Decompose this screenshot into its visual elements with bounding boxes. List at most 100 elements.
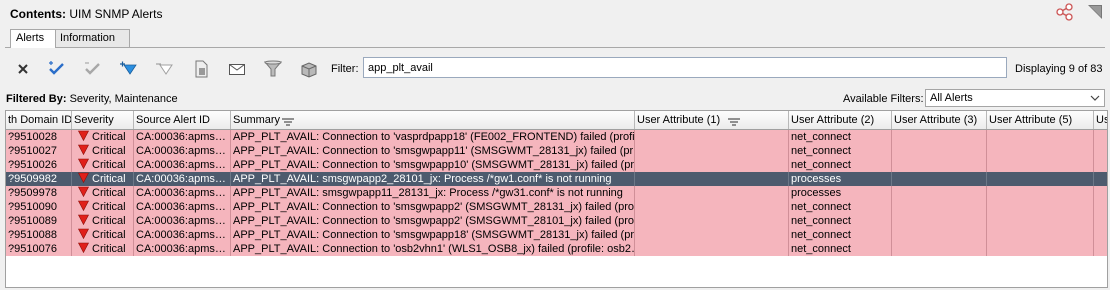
cell-severity: Critical [72, 186, 134, 200]
column-header-severity[interactable]: Severity [72, 111, 134, 129]
cell-truncated [1094, 172, 1107, 186]
filter-remove-icon[interactable] [155, 60, 175, 78]
cell-user-attribute-2: net_connect [789, 158, 892, 172]
filter-bar: Filtered By: Severity, Maintenance Avail… [5, 88, 1108, 110]
acknowledge-icon[interactable] [47, 60, 67, 78]
column-header-user-attribute-2[interactable]: User Attribute (2) [789, 111, 892, 129]
cell-truncated [1094, 144, 1107, 158]
cell-severity: Critical [72, 214, 134, 228]
cell-source-alert-id: CA:00036:apms… [134, 144, 231, 158]
cell-summary: APP_PLT_AVAIL: smsgwpapp11_28131_jx: Pro… [231, 186, 635, 200]
column-header-summary[interactable]: Summary [231, 111, 635, 129]
title-bar: Contents: UIM SNMP Alerts [0, 0, 1110, 26]
cell-user-attribute-2: processes [789, 186, 892, 200]
cell-user-attribute-1 [635, 130, 789, 144]
table-row[interactable]: ?9510090 Critical CA:00036:apms… APP_PLT_AV… [6, 200, 1107, 214]
unacknowledge-icon[interactable] [83, 60, 103, 78]
cell-domain-id: ?9510089 [6, 214, 72, 228]
contents-title: Contents: UIM SNMP Alerts [10, 7, 163, 21]
severity-text: Critical [92, 145, 126, 157]
column-header-user-attribute-1[interactable]: User Attribute (1) [635, 111, 789, 129]
filter-add-icon[interactable] [119, 60, 139, 78]
critical-icon [78, 186, 89, 200]
table-row[interactable]: ?9510089 Critical CA:00036:apms… APP_PLT_AV… [6, 214, 1107, 228]
collapse-corner-icon[interactable] [1085, 3, 1105, 21]
cell-user-attribute-2: net_connect [789, 130, 892, 144]
cell-user-attribute-3 [892, 228, 987, 242]
cell-source-alert-id: CA:00036:apms… [134, 214, 231, 228]
severity-text: Critical [92, 215, 126, 227]
severity-text: Critical [92, 201, 126, 213]
cell-user-attribute-1 [635, 228, 789, 242]
cell-source-alert-id: CA:00036:apms… [134, 172, 231, 186]
cell-summary: APP_PLT_AVAIL: Connection to 'smsgwpapp1… [233, 144, 635, 158]
cell-domain-id: ?9510027 [6, 144, 72, 158]
cell-domain-id: ?9510090 [6, 200, 72, 214]
cell-user-attribute-5 [987, 200, 1094, 214]
cell-user-attribute-1 [635, 242, 789, 256]
critical-icon [78, 144, 89, 158]
funnel-icon[interactable] [263, 60, 283, 78]
column-header-user-attribute-3[interactable]: User Attribute (3) [892, 111, 987, 129]
cell-user-attribute-5 [987, 172, 1094, 186]
cell-user-attribute-1 [635, 144, 789, 158]
cell-user-attribute-5 [987, 130, 1094, 144]
cell-user-attribute-3 [892, 242, 987, 256]
severity-text: Critical [92, 131, 126, 143]
cell-user-attribute-2: net_connect [789, 214, 892, 228]
column-header-truncated[interactable]: Us [1094, 111, 1107, 129]
column-header-user-attribute-5[interactable]: User Attribute (5) [987, 111, 1094, 129]
column-header-source-alert-id[interactable]: Source Alert ID [134, 111, 231, 129]
table-row[interactable]: ?9509982 Critical CA:00036:apms… APP_PLT_AV… [6, 172, 1107, 186]
table-row[interactable]: ?9510028 Critical CA:00036:apms… APP_PLT_AV… [6, 130, 1107, 144]
email-icon[interactable] [227, 60, 247, 78]
package-icon[interactable] [299, 60, 319, 78]
cell-domain-id: ?9510026 [6, 158, 72, 172]
cell-domain-id: ?9510088 [6, 228, 72, 242]
filter-input[interactable]: app_plt_avail [363, 57, 1007, 78]
available-filters-select[interactable]: All Alerts [925, 89, 1105, 107]
cell-source-alert-id: CA:00036:apms… [134, 130, 231, 144]
cell-user-attribute-1 [635, 186, 789, 200]
cell-truncated [1094, 186, 1107, 200]
cell-truncated [1094, 242, 1107, 256]
cell-user-attribute-2: net_connect [789, 242, 892, 256]
table-row[interactable]: ?9509978 Critical CA:00036:apms… APP_PLT_AV… [6, 186, 1107, 200]
cell-user-attribute-3 [892, 158, 987, 172]
cell-summary: APP_PLT_AVAIL: Connection to 'smsgwpapp2… [233, 214, 635, 228]
cell-source-alert-id: CA:00036:apms… [134, 228, 231, 242]
table-row[interactable]: ?9510076 Critical CA:00036:apms… APP_PLT_AV… [6, 242, 1107, 256]
cell-summary: APP_PLT_AVAIL: Connection to 'smsgwpapp1… [233, 158, 635, 172]
critical-icon [78, 242, 89, 256]
critical-icon [78, 200, 89, 214]
column-header-domain-id[interactable]: th Domain ID [6, 111, 72, 129]
cell-user-attribute-5 [987, 144, 1094, 158]
cell-severity: Critical [72, 228, 134, 242]
cell-user-attribute-5 [987, 186, 1094, 200]
table-row[interactable]: ?9510027 Critical CA:00036:apms… APP_PLT_AV… [6, 144, 1107, 158]
cell-user-attribute-2: net_connect [789, 200, 892, 214]
tab-alerts[interactable]: Alerts [10, 29, 56, 48]
cell-domain-id: ?9510076 [6, 242, 72, 256]
cell-source-alert-id: CA:00036:apms… [134, 242, 231, 256]
cell-truncated [1094, 214, 1107, 228]
cell-source-alert-id: CA:00036:apms… [134, 158, 231, 172]
tab-information[interactable]: Information [54, 29, 130, 47]
cell-source-alert-id: CA:00036:apms… [134, 186, 231, 200]
cell-severity: Critical [72, 158, 134, 172]
cell-user-attribute-5 [987, 214, 1094, 228]
cell-user-attribute-1 [635, 158, 789, 172]
cell-severity: Critical [72, 144, 134, 158]
share-icon[interactable] [1054, 2, 1076, 22]
filter-sort-icon [281, 115, 295, 129]
cell-user-attribute-5 [987, 158, 1094, 172]
close-icon[interactable] [13, 60, 33, 78]
cell-summary: APP_PLT_AVAIL: Connection to 'osb2vhn1' … [233, 242, 635, 256]
document-icon[interactable] [191, 60, 211, 78]
cell-user-attribute-5 [987, 242, 1094, 256]
table-row[interactable]: ?9510026 Critical CA:00036:apms… APP_PLT_AV… [6, 158, 1107, 172]
table-row[interactable]: ?9510088 Critical CA:00036:apms… APP_PLT_AV… [6, 228, 1107, 242]
cell-user-attribute-1 [635, 200, 789, 214]
available-filters-label: Available Filters: [843, 93, 924, 105]
critical-icon [78, 172, 89, 186]
